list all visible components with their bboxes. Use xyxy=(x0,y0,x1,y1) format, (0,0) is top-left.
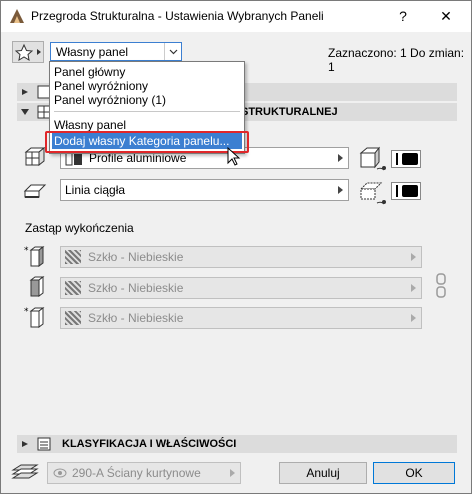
menu-item-highlighted-panel-1[interactable]: Panel wyróżniony (1) xyxy=(54,93,166,107)
finish-front-icon: * xyxy=(24,246,45,267)
cancel-button[interactable]: Anuluj xyxy=(279,462,367,484)
outline-icon xyxy=(359,182,386,205)
callout-highlight xyxy=(45,131,249,153)
finish-back-icon: * xyxy=(24,307,45,328)
panel-select[interactable]: Własny panel xyxy=(50,42,182,61)
panel-frame-icon xyxy=(24,147,45,167)
menu-item-custom-panel[interactable]: Własny panel xyxy=(54,118,126,132)
surface-icon xyxy=(359,146,386,171)
section-label: STRUKTURALNEJ xyxy=(241,106,338,118)
finish-row-2[interactable]: Szkło - Niebieskie xyxy=(60,277,422,299)
classification-label: KLASYFIKACJA I WŁAŚCIWOŚCI xyxy=(62,438,237,450)
window-title: Przegroda Strukturalna - Ustawienia Wybr… xyxy=(31,9,324,23)
layer-select[interactable]: 290-A Ściany kurtynowe xyxy=(47,462,241,484)
finish-side-icon xyxy=(29,276,45,297)
chevron-down-icon xyxy=(164,43,181,60)
app-icon xyxy=(9,8,25,24)
dialog-window: Przegroda Strukturalna - Ustawienia Wybr… xyxy=(0,0,472,494)
classification-bar[interactable]: KLASYFIKACJA I WŁAŚCIWOŚCI xyxy=(17,435,457,453)
menu-item-main-panel[interactable]: Panel główny xyxy=(54,65,125,79)
star-icon xyxy=(14,43,34,61)
layer-value: 290-A Ściany kurtynowe xyxy=(72,466,201,480)
finishes-label: Zastąp wykończenia xyxy=(25,221,134,235)
ok-button[interactable]: OK xyxy=(373,462,455,484)
finish-row-1[interactable]: Szkło - Niebieskie xyxy=(60,246,422,268)
eye-icon xyxy=(53,468,67,478)
panel-select-value: Własny panel xyxy=(56,45,129,59)
chevron-right-icon xyxy=(22,441,28,447)
favorites-button[interactable] xyxy=(12,41,44,63)
close-button[interactable]: ✕ xyxy=(426,1,466,32)
line-pen-color-box[interactable] xyxy=(391,182,421,200)
finish-row-2-value: Szkło - Niebieskie xyxy=(88,281,184,295)
layers-icon xyxy=(11,464,39,479)
title-bar: Przegroda Strukturalna - Ustawienia Wybr… xyxy=(1,1,471,32)
chevron-right-icon xyxy=(338,154,343,162)
menu-item-highlighted-panel[interactable]: Panel wyróżniony xyxy=(54,79,148,93)
line-type-icon xyxy=(23,184,47,198)
finish-row-3-value: Szkło - Niebieskie xyxy=(88,311,184,325)
line-type-select[interactable]: Linia ciągła xyxy=(60,179,349,201)
svg-text:*: * xyxy=(24,246,29,256)
finish-row-1-value: Szkło - Niebieskie xyxy=(88,250,184,264)
line-type-value: Linia ciągła xyxy=(65,183,126,197)
chevron-right-icon xyxy=(338,186,343,194)
list-icon xyxy=(37,437,51,451)
chain-link-icon xyxy=(436,273,446,298)
svg-text:*: * xyxy=(24,307,29,317)
finish-row-3[interactable]: Szkło - Niebieskie xyxy=(60,307,422,329)
help-button[interactable]: ? xyxy=(383,1,423,32)
selection-info: Zaznaczono: 1 Do zmian: 1 xyxy=(328,46,465,74)
menu-separator xyxy=(54,111,240,112)
cursor-icon xyxy=(227,147,241,166)
pen-color-box[interactable] xyxy=(391,150,421,168)
